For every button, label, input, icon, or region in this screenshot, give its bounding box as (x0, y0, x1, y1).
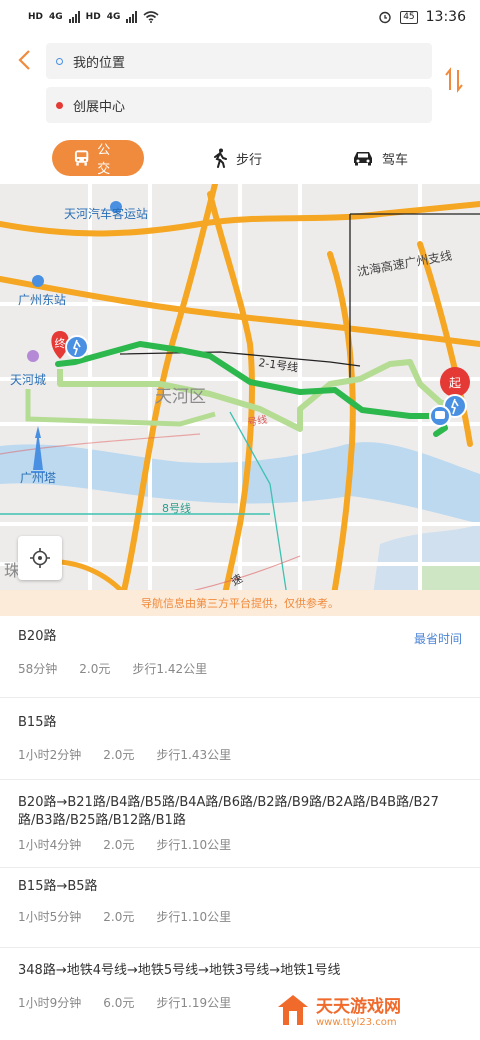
walk-icon (214, 148, 227, 168)
bus-stop-glyph (435, 411, 445, 419)
end-marker-label: 终 (55, 336, 66, 350)
route-walk: 步行1.10公里 (156, 838, 232, 852)
bus-icon (74, 150, 89, 166)
label-east-station: 广州东站 (18, 293, 66, 307)
origin-dot-icon (56, 57, 63, 65)
route-duration: 1小时9分钟 (18, 996, 82, 1010)
battery-icon: 45 (400, 10, 418, 24)
map-canvas: 天河汽车客运站 广州东站 天河城 广州塔 天河区 沈海高速广州支线 2-1号线 … (0, 184, 480, 616)
chevron-left-icon (18, 50, 30, 70)
tab-bus-label: 公交 (97, 143, 111, 177)
route-title: B15路 (18, 715, 57, 730)
route-duration: 1小时4分钟 (18, 838, 82, 852)
network-type-label-2: 4G (106, 12, 121, 22)
route-meta: 1小时5分钟 2.0元 步行1.10公里 (18, 908, 462, 925)
route-meta: 1小时4分钟 2.0元 步行1.10公里 (18, 836, 462, 853)
start-marker: 起 (440, 367, 470, 397)
watermark-logo-icon (278, 995, 308, 1025)
route-price: 2.0元 (79, 662, 111, 676)
tab-bus[interactable]: 公交 (52, 140, 144, 177)
destination-dot-icon (56, 101, 63, 109)
destination-text: 创展中心 (73, 99, 126, 115)
origin-field[interactable]: 我的位置 (46, 43, 432, 79)
route-option[interactable]: B20路 最省时间 58分钟 2.0元 步行1.42公里 (0, 616, 480, 698)
locate-button[interactable] (18, 536, 62, 580)
route-walk: 步行1.43公里 (156, 748, 232, 762)
network-indicators: HD 4G HD 4G (28, 11, 159, 23)
tab-drive[interactable]: 驾车 (352, 140, 408, 176)
route-option[interactable]: B15路→B5路 1小时5分钟 2.0元 步行1.10公里 (0, 868, 480, 948)
label-canton-tower: 广州塔 (20, 471, 56, 485)
signal-icon (68, 11, 80, 23)
route-duration: 1小时5分钟 (18, 910, 82, 924)
status-bar: HD 4G HD 4G 45 13:36 (0, 0, 480, 34)
route-meta: 1小时2分钟 2.0元 步行1.43公里 (18, 746, 462, 763)
transport-mode-tabs: 公交 步行 驾车 (0, 140, 480, 178)
route-price: 2.0元 (103, 838, 135, 852)
route-title: B15路→B5路 (18, 879, 98, 894)
wifi-icon (143, 11, 159, 23)
route-price: 2.0元 (103, 748, 135, 762)
origin-text: 我的位置 (73, 55, 126, 71)
watermark-title: 天天游戏网 (316, 997, 401, 1017)
clock: 13:36 (425, 9, 466, 25)
tab-drive-label: 驾车 (382, 152, 409, 168)
route-tag: 最省时间 (413, 632, 462, 646)
route-option[interactable]: B20路→B21路/B4路/B5路/B4A路/B6路/B2路/B9路/B2A路/… (0, 780, 480, 868)
watermark-text: 天天游戏网 www.ttyl23.com (316, 992, 401, 1028)
metro-station-icon (27, 350, 39, 362)
route-walk: 步行1.42公里 (132, 662, 208, 676)
route-walk: 步行1.19公里 (156, 996, 232, 1010)
destination-field[interactable]: 创展中心 (46, 87, 432, 123)
label-expressway: 沈海高速广州支线 (356, 248, 453, 279)
walk-start-icon (65, 335, 89, 359)
hd-label-2: HD (85, 12, 101, 22)
third-party-notice: 导航信息由第三方平台提供，仅供参考。 (0, 590, 480, 616)
hd-label: HD (28, 12, 44, 22)
route-duration: 1小时2分钟 (18, 748, 82, 762)
watermark: 天天游戏网 www.ttyl23.com (276, 990, 446, 1030)
tab-walk[interactable]: 步行 (212, 140, 262, 176)
route-list: B20路 最省时间 58分钟 2.0元 步行1.42公里 B15路 1小时2分钟… (0, 616, 480, 1030)
start-marker-label: 起 (449, 376, 461, 390)
route-meta: 58分钟 2.0元 步行1.42公里 (18, 660, 462, 677)
signal-icon-2 (126, 11, 138, 23)
tab-walk-label: 步行 (236, 152, 263, 168)
back-button[interactable] (16, 48, 40, 78)
status-right: 45 13:36 (378, 9, 466, 25)
watermark-url: www.ttyl23.com (316, 1017, 397, 1028)
swap-icon (445, 67, 463, 93)
label-tianhe-district: 天河区 (155, 387, 206, 407)
label-line-8: 8号线 (162, 501, 191, 515)
route-title: 348路→地铁4号线→地铁5号线→地铁3号线→地铁1号线 (18, 963, 341, 978)
route-price: 6.0元 (103, 996, 135, 1010)
route-title: B20路→B21路/B4路/B5路/B4A路/B6路/B2路/B9路/B2A路/… (18, 795, 439, 828)
station-icon (32, 275, 44, 287)
car-icon (354, 152, 372, 166)
route-price: 2.0元 (103, 910, 135, 924)
label-bus-station: 天河汽车客运站 (64, 206, 148, 221)
route-walk: 步行1.10公里 (156, 910, 232, 924)
label-tianhe-city: 天河城 (10, 373, 46, 387)
network-type-label: 4G (49, 12, 63, 22)
route-duration: 58分钟 (18, 662, 58, 676)
route-title: B20路 (18, 629, 57, 644)
swap-button[interactable] (444, 66, 464, 102)
alarm-icon (379, 11, 391, 24)
route-option[interactable]: B15路 1小时2分钟 2.0元 步行1.43公里 (0, 698, 480, 780)
route-input-header: 我的位置 创展中心 (0, 34, 480, 130)
route-map[interactable]: 天河汽车客运站 广州东站 天河城 广州塔 天河区 沈海高速广州支线 2-1号线 … (0, 184, 480, 616)
locate-icon (30, 548, 50, 568)
